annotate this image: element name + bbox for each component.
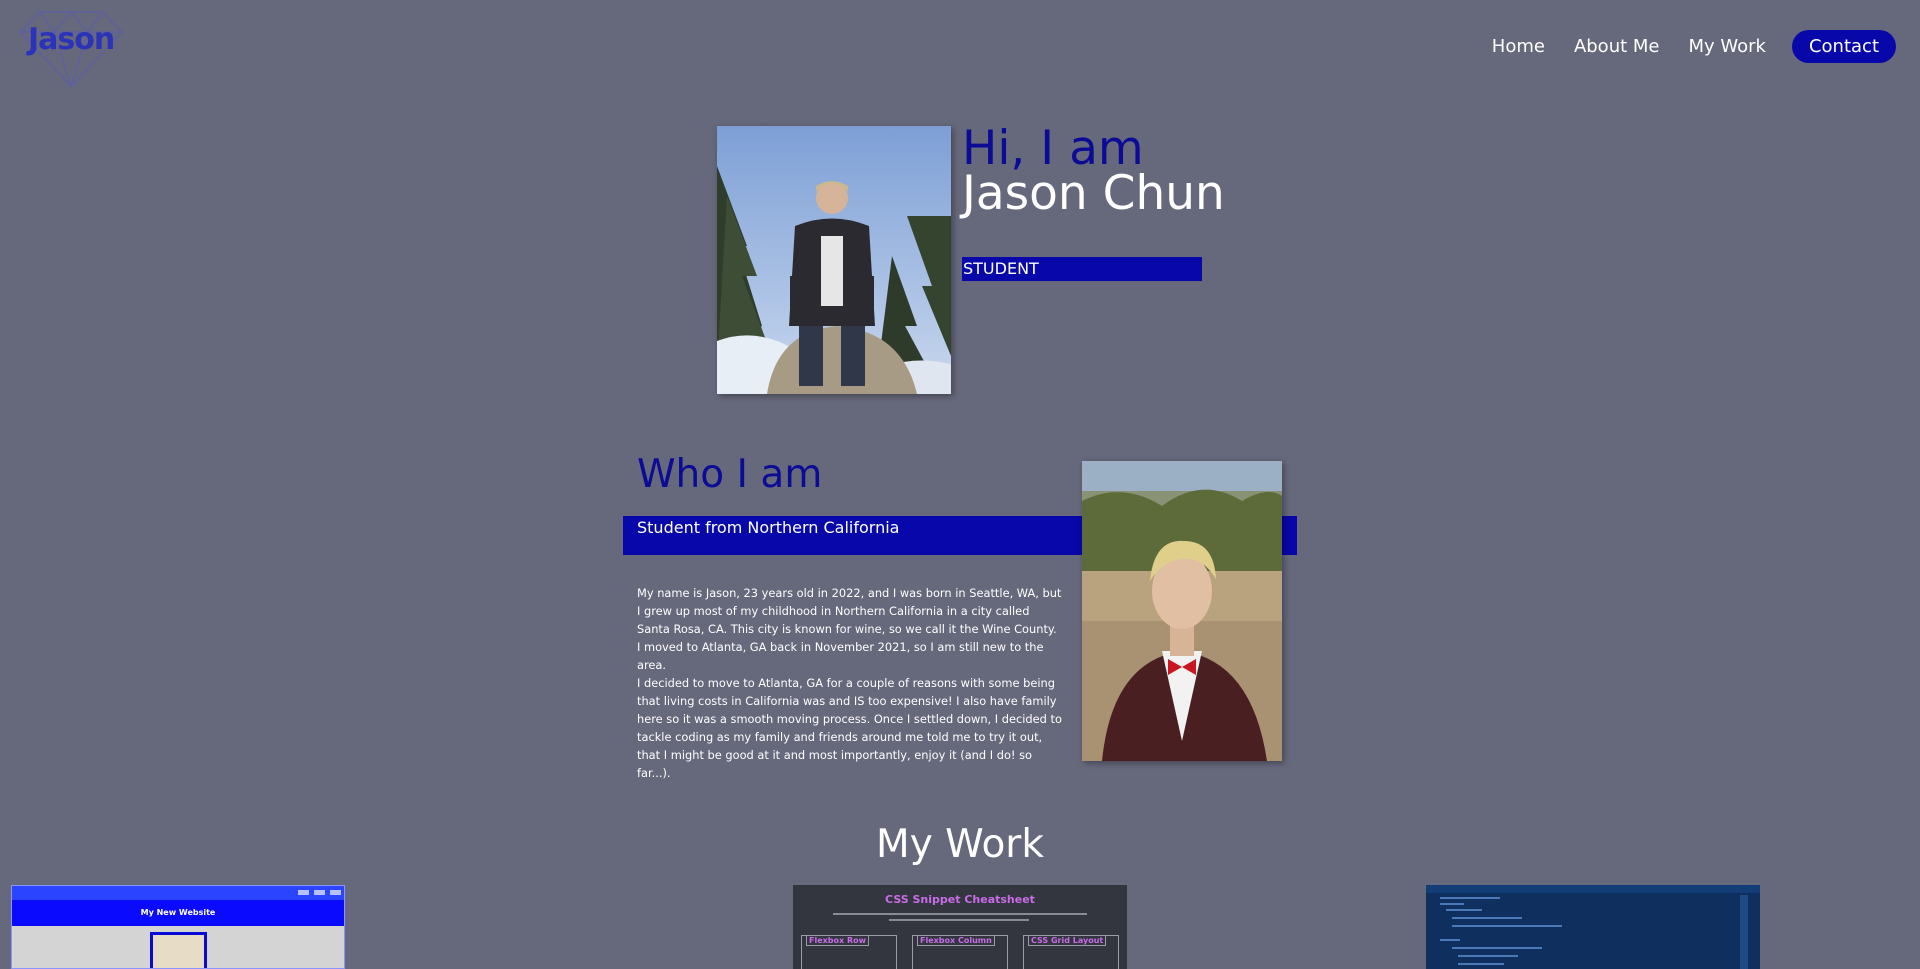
work-title: My Work <box>876 822 1044 867</box>
work-preview-image <box>150 932 207 968</box>
about-title: Who I am <box>637 452 823 497</box>
hero-role-badge: STUDENT <box>962 257 1202 281</box>
nav-work-link[interactable]: My Work <box>1688 36 1765 57</box>
work-preview-heading: My New Website <box>12 900 344 926</box>
work-card[interactable] <box>1426 885 1760 969</box>
work-preview-heading: CSS Snippet Cheatsheet <box>885 893 1035 906</box>
hero-photo <box>717 126 951 394</box>
work-card[interactable]: CSS Snippet Cheatsheet Flexbox Row Flexb… <box>793 885 1127 969</box>
about-paragraph: I decided to move to Atlanta, GA for a c… <box>637 676 1062 780</box>
about-paragraph: My name is Jason, 23 years old in 2022, … <box>637 586 1062 672</box>
nav-home-link[interactable]: Home <box>1492 36 1545 57</box>
about-body: My name is Jason, 23 years old in 2022, … <box>637 584 1062 782</box>
work-preview-box: CSS Grid Layout <box>1023 935 1119 969</box>
logo-text: Jason <box>28 22 115 57</box>
work-preview-editor-bar <box>1426 885 1760 893</box>
work-preview-minimap <box>1740 895 1748 969</box>
about-subtitle: Student from Northern California <box>637 518 900 537</box>
work-preview-box: Flexbox Column <box>912 935 1008 969</box>
work-card[interactable]: My New Website <box>11 885 345 969</box>
logo[interactable]: Jason <box>8 8 133 88</box>
site-header: Jason Home About Me My Work Contact <box>0 0 1920 92</box>
main-nav: Home About Me My Work Contact <box>1463 30 1896 63</box>
work-preview-topbar <box>12 886 344 900</box>
nav-about-link[interactable]: About Me <box>1574 36 1660 57</box>
about-photo <box>1082 461 1282 761</box>
nav-contact-button[interactable]: Contact <box>1791 30 1896 63</box>
work-preview-box: Flexbox Row <box>801 935 897 969</box>
hero-name: Jason Chun <box>962 166 1225 221</box>
